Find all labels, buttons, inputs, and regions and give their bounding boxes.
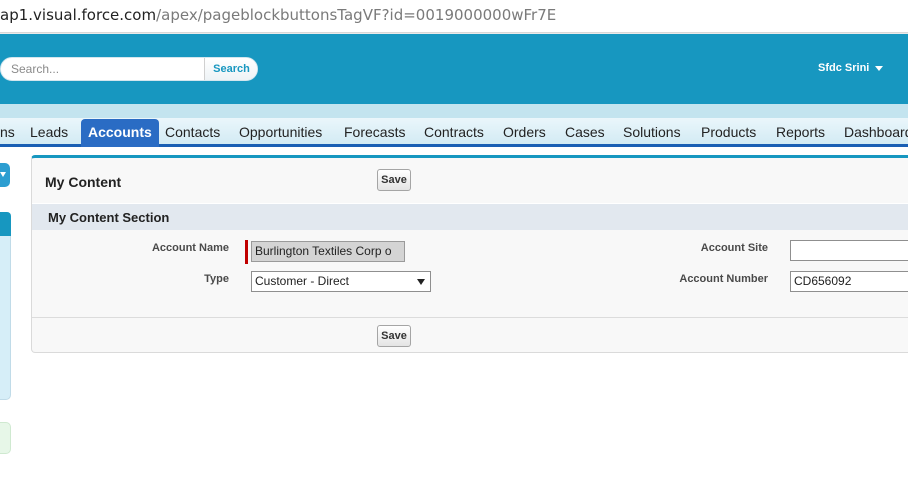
tab-strip-band [0, 104, 908, 118]
account-number-value: CD656092 [794, 274, 852, 288]
url-text[interactable]: ap1.visual.force.com/apex/pageblockbutto… [0, 6, 556, 24]
save-button-top[interactable]: Save [377, 169, 411, 191]
chevron-down-icon [0, 172, 6, 177]
account-site-label: Account Site [700, 242, 768, 254]
browser-url-bar[interactable]: ap1.visual.force.com/apex/pageblockbutto… [0, 0, 908, 33]
global-search: Search [0, 57, 258, 81]
page-block: My Content Save My Content Section Accou… [31, 155, 908, 353]
dropdown-arrow-icon [417, 279, 425, 285]
type-label: Type [204, 273, 229, 285]
account-name-field[interactable]: Burlington Textiles Corp o [251, 241, 405, 262]
url-path: /apex/pageblockbuttonsTagVF?id=001900000… [156, 6, 557, 24]
tab-solutions[interactable]: Solutions [623, 118, 681, 147]
sidebar-panel [0, 236, 11, 400]
chevron-down-icon [875, 65, 884, 71]
section-header: My Content Section [32, 203, 908, 230]
tab-bar: ns Leads Accounts Contacts Opportunities… [0, 118, 908, 147]
tab-cases[interactable]: Cases [565, 118, 605, 147]
save-button-bottom[interactable]: Save [377, 325, 411, 347]
user-menu[interactable]: Sfdc Srini [818, 62, 884, 74]
account-name-value: Burlington Textiles Corp o [255, 244, 392, 258]
user-name: Sfdc Srini [818, 62, 870, 74]
required-marker [245, 240, 248, 264]
tab-reports[interactable]: Reports [776, 118, 825, 147]
account-number-label: Account Number [679, 273, 768, 285]
account-site-field[interactable] [790, 240, 908, 261]
tab-forecasts[interactable]: Forecasts [344, 118, 405, 147]
tab-dashboards[interactable]: Dashboards [844, 118, 908, 147]
page-block-title: My Content [45, 174, 122, 190]
tab-contacts[interactable]: Contacts [165, 118, 220, 147]
tab-accounts[interactable]: Accounts [81, 119, 159, 147]
sidebar-panel-header [0, 212, 11, 236]
account-name-label: Account Name [151, 242, 229, 254]
account-number-field[interactable]: CD656092 [790, 271, 908, 292]
tab-opportunities[interactable]: Opportunities [239, 118, 322, 147]
page-block-footer-divider [32, 317, 908, 318]
tab-contracts[interactable]: Contracts [424, 118, 484, 147]
type-select[interactable]: Customer - Direct [251, 271, 431, 292]
tab-partial[interactable]: ns [0, 118, 15, 147]
url-host: ap1.visual.force.com [0, 6, 157, 24]
search-input[interactable] [1, 58, 205, 80]
sidebar-recycle-panel [0, 422, 11, 454]
section-title: My Content Section [48, 210, 170, 225]
search-button[interactable]: Search [204, 58, 257, 80]
tab-products[interactable]: Products [701, 118, 756, 147]
app-header: Search Sfdc Srini [0, 34, 908, 104]
type-value: Customer - Direct [255, 274, 350, 288]
tab-leads[interactable]: Leads [30, 118, 68, 147]
tab-orders[interactable]: Orders [503, 118, 546, 147]
